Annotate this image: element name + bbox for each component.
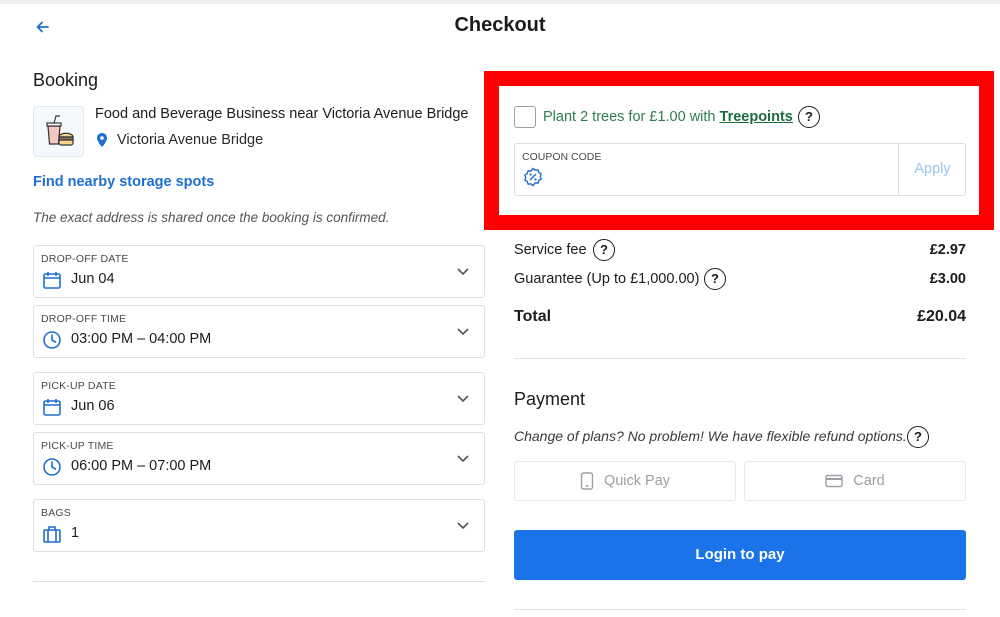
chevron-down-icon [457, 455, 469, 463]
top-bar [0, 0, 1000, 4]
treepoints-link[interactable]: Treepoints [720, 109, 793, 125]
coupon-field[interactable]: COUPON CODE Apply [514, 143, 966, 196]
refund-note: Change of plans? No problem! We have fle… [514, 428, 907, 444]
total-label: Total [514, 308, 552, 325]
divider [514, 358, 966, 359]
apply-coupon-button[interactable]: Apply [899, 144, 966, 195]
field-label: PICK-UP TIME [41, 440, 114, 452]
field-label: DROP-OFF DATE [41, 253, 129, 265]
credit-card-icon [825, 474, 843, 488]
discount-badge-icon [524, 167, 542, 187]
card-button[interactable]: Card [744, 461, 966, 501]
find-nearby-link[interactable]: Find nearby storage spots [33, 174, 214, 190]
store-location-label: Victoria Avenue Bridge [117, 132, 264, 148]
field-value: 03:00 PM – 04:00 PM [71, 331, 212, 347]
field-label: PICK-UP DATE [41, 380, 116, 392]
food-drink-icon [45, 114, 74, 146]
guarantee-label: Guarantee (Up to £1,000.00) [514, 271, 700, 287]
field-value: Jun 06 [71, 398, 115, 414]
payment-title: Payment [514, 389, 586, 409]
quick-pay-button[interactable]: Quick Pay [514, 461, 736, 501]
help-icon[interactable]: ? [798, 106, 820, 128]
luggage-icon [43, 526, 61, 543]
page-title: Checkout [454, 14, 546, 36]
dropoff-time-select[interactable]: DROP-OFF TIME 03:00 PM – 04:00 PM [33, 305, 485, 358]
pickup-time-select[interactable]: PICK-UP TIME 06:00 PM – 07:00 PM [33, 432, 485, 485]
clock-icon [43, 458, 61, 476]
card-label: Card [853, 473, 885, 489]
divider [33, 581, 485, 582]
coupon-label: COUPON CODE [522, 151, 602, 163]
phone-icon [580, 472, 594, 490]
field-label: BAGS [41, 507, 71, 519]
dropoff-date-select[interactable]: DROP-OFF DATE Jun 04 [33, 245, 485, 298]
pickup-date-select[interactable]: PICK-UP DATE Jun 06 [33, 372, 485, 425]
treepoints-offer-text: Plant 2 trees for £1.00 with [543, 109, 720, 125]
clock-icon [43, 331, 61, 349]
guarantee-help-icon[interactable]: ? [704, 268, 726, 290]
address-note: The exact address is shared once the boo… [33, 210, 390, 225]
refund-help-icon[interactable]: ? [907, 426, 929, 448]
field-label: DROP-OFF TIME [41, 313, 127, 325]
login-to-pay-button[interactable]: Login to pay [514, 530, 966, 580]
field-value: 06:00 PM – 07:00 PM [71, 458, 212, 474]
total-amount: £20.04 [917, 308, 966, 325]
chevron-down-icon [457, 268, 469, 276]
chevron-down-icon [457, 328, 469, 336]
store-name: Food and Beverage Business near Victoria… [95, 106, 469, 122]
store-thumbnail [33, 106, 84, 157]
guarantee-amount: £3.00 [929, 271, 966, 287]
service-fee-help-icon[interactable]: ? [593, 239, 615, 261]
guarantee-row: Guarantee (Up to £1,000.00) £3.00 [514, 271, 966, 287]
divider [514, 609, 966, 610]
calendar-icon [43, 272, 61, 289]
total-row: Total £20.04 [514, 308, 966, 326]
chevron-down-icon [457, 395, 469, 403]
treepoints-checkbox[interactable] [514, 106, 536, 128]
treepoints-offer: Plant 2 trees for £1.00 with Treepoints [543, 109, 793, 125]
chevron-down-icon [457, 522, 469, 530]
location-pin-icon [97, 133, 107, 147]
quick-pay-label: Quick Pay [603, 473, 671, 489]
bags-select[interactable]: BAGS 1 [33, 499, 485, 552]
field-value: Jun 04 [71, 271, 115, 287]
field-value: 1 [71, 525, 80, 541]
store-location: Victoria Avenue Bridge [95, 132, 263, 148]
service-fee-amount: £2.97 [929, 242, 966, 258]
booking-title: Booking [33, 70, 99, 90]
service-fee-row: Service fee £2.97 [514, 242, 966, 258]
calendar-icon [43, 399, 61, 416]
service-fee-label: Service fee [514, 242, 587, 258]
